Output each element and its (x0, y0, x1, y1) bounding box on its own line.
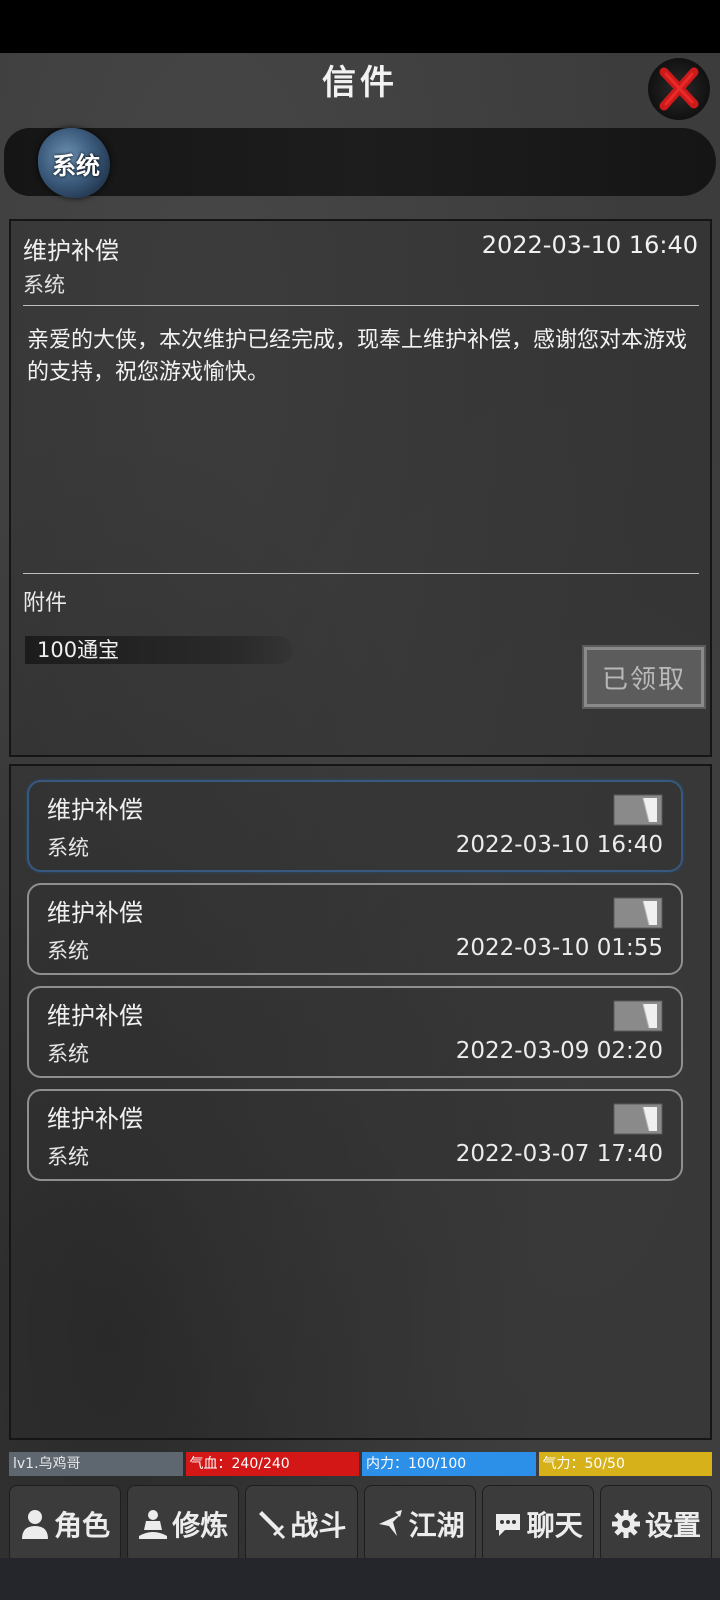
nav-label: 江湖 (408, 1509, 465, 1542)
level-name: lv1.乌鸡哥 (9, 1452, 183, 1476)
mail-list-item[interactable]: 维护补偿 系统 2022-03-07 17:40 (27, 1089, 683, 1181)
mail-list-panel[interactable]: 维护补偿 系统 2022-03-10 16:40 维护补偿 系统 2022-03… (9, 764, 712, 1440)
close-button[interactable] (648, 58, 710, 120)
mail-list-item[interactable]: 维护补偿 系统 2022-03-09 02:20 (27, 986, 683, 1078)
tab-label: 系统 (52, 150, 100, 180)
chat-icon (495, 1514, 520, 1536)
person-icon (22, 1510, 49, 1539)
mail-list-item[interactable]: 维护补偿 系统 2022-03-10 16:40 (27, 780, 683, 872)
page-title: 信件 (322, 63, 398, 103)
system-nav-strip (0, 1558, 720, 1600)
nav-chat-button[interactable]: 聊天 (481, 1485, 594, 1563)
meditate-icon (139, 1510, 168, 1539)
attachment-label: 附件 (23, 591, 68, 616)
mail-body: 亲爱的大侠，本次维护已经完成，现奉上维护补偿，感谢您对本游戏的支持，祝您游戏愉快… (27, 328, 688, 385)
mail-detail-panel: 维护补偿 2022-03-10 16:40 系统 亲爱的大侠，本次维护已经完成，… (9, 219, 712, 757)
mail-item-subject: 维护补偿 (47, 899, 143, 927)
mp-stat: 内力：100/100 (362, 1452, 536, 1476)
tab-system[interactable]: 系统 (34, 126, 118, 200)
mail-list-item[interactable]: 维护补偿 系统 2022-03-10 01:55 (27, 883, 683, 975)
nav-label: 角色 (54, 1509, 111, 1542)
jianghu-icon (378, 1510, 402, 1536)
nav-character-button[interactable]: 角色 (9, 1485, 122, 1563)
sword-icon (259, 1511, 286, 1540)
envelope-open-icon (613, 897, 663, 929)
mail-subject: 维护补偿 (23, 237, 119, 265)
mail-item-time: 2022-03-09 02:20 (455, 1038, 663, 1064)
divider (23, 573, 699, 574)
mail-sender: 系统 (23, 273, 65, 297)
mail-item-subject: 维护补偿 (47, 1105, 143, 1133)
nav-label: 设置 (644, 1509, 701, 1542)
mail-item-time: 2022-03-10 16:40 (455, 832, 663, 858)
nav-cultivate-button[interactable]: 修炼 (127, 1485, 240, 1563)
hp-stat: 气血：240/240 (185, 1452, 359, 1476)
mail-item-sender: 系统 (47, 939, 89, 963)
stamina-stat: 气力：50/50 (538, 1452, 712, 1476)
mail-item-time: 2022-03-07 17:40 (455, 1141, 663, 1167)
mail-time: 2022-03-10 16:40 (481, 231, 698, 259)
gear-icon (611, 1510, 640, 1538)
envelope-open-icon (613, 1000, 663, 1032)
nav-settings-button[interactable]: 设置 (599, 1485, 713, 1563)
mail-item-subject: 维护补偿 (47, 1002, 143, 1030)
mail-item-sender: 系统 (47, 836, 89, 860)
envelope-open-icon (613, 1103, 663, 1135)
nav-label: 修炼 (172, 1509, 229, 1542)
player-stats-bar: lv1.乌鸡哥 气血：240/240 内力：100/100 气力：50/50 (9, 1452, 712, 1476)
attachment-item: 100通宝 (25, 636, 293, 664)
bottom-nav: 角色 修炼 战斗 江湖 聊天 设置 (9, 1485, 713, 1563)
claimed-stamp: 已领取 (582, 645, 706, 709)
close-icon (659, 67, 699, 111)
nav-label: 聊天 (526, 1509, 583, 1542)
divider (23, 305, 699, 306)
mail-item-time: 2022-03-10 01:55 (455, 935, 663, 961)
nav-label: 战斗 (290, 1509, 347, 1542)
status-bar (0, 0, 720, 53)
nav-battle-button[interactable]: 战斗 (245, 1485, 358, 1563)
envelope-open-icon (613, 794, 663, 826)
mail-item-sender: 系统 (47, 1145, 89, 1169)
mail-item-sender: 系统 (47, 1042, 89, 1066)
mail-item-subject: 维护补偿 (47, 796, 143, 824)
nav-jianghu-button[interactable]: 江湖 (363, 1485, 476, 1563)
